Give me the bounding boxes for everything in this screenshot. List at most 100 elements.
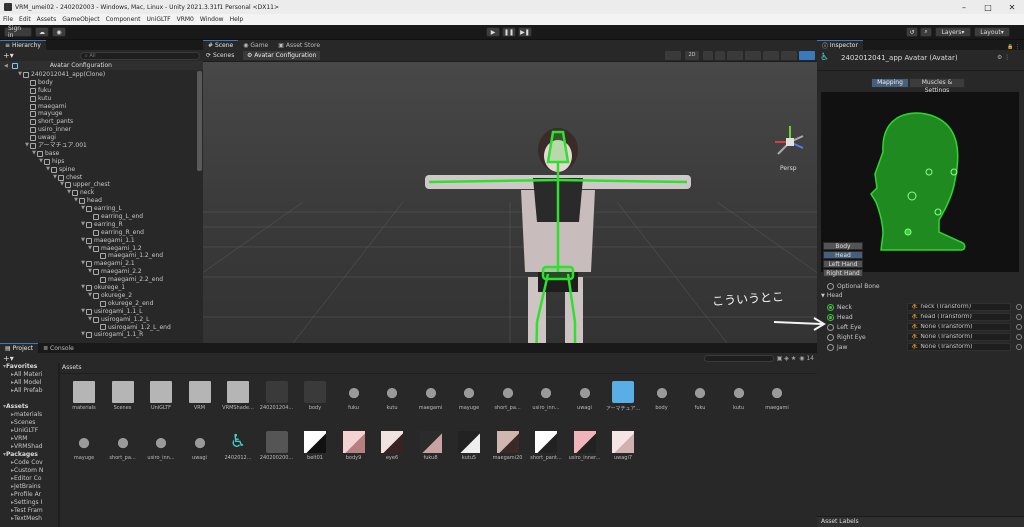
bone-transform-field[interactable]: ⛹ None (Transform) [907, 323, 1011, 331]
hierarchy-row[interactable]: maegami [0, 103, 196, 111]
lighting-icon[interactable] [703, 51, 713, 60]
filter-icons[interactable]: ▣ ◈ ★ [777, 355, 796, 362]
menu-edit[interactable]: Edit [16, 16, 34, 23]
shading-mode-button[interactable] [665, 51, 681, 60]
project-sidebar-item[interactable]: ▾ Packages [0, 451, 58, 459]
maximize-icon[interactable]: □ [976, 3, 1000, 12]
hierarchy-row[interactable]: body [0, 79, 196, 87]
asset-item[interactable]: belt01 [295, 431, 335, 461]
scenes-breadcrumb[interactable]: ⟳ Scenes [206, 52, 234, 59]
asset-item[interactable]: 240201204... [257, 381, 297, 411]
hierarchy-row[interactable]: ▼ maegami_1.2 [0, 245, 196, 253]
bone-status-icon[interactable] [827, 343, 834, 351]
bone-status-icon[interactable] [827, 333, 834, 341]
hierarchy-row[interactable]: ▼ okurege_1 [0, 284, 196, 292]
sign-in-button[interactable]: Sign in [4, 25, 32, 39]
hierarchy-row[interactable]: earring_R_end [0, 229, 196, 237]
inspector-options-icon[interactable]: ⚙ ⋮ [997, 54, 1010, 61]
asset-item[interactable]: short_pa... [488, 381, 528, 411]
tab-console[interactable]: ≣ Console [38, 343, 79, 353]
hierarchy-row[interactable]: ▼ spine [0, 166, 196, 174]
asset-item[interactable]: maegami20 [488, 431, 528, 461]
hierarchy-row[interactable]: maegami_1.2_end [0, 252, 196, 260]
asset-item[interactable]: fuku [334, 381, 374, 411]
menu-help[interactable]: Help [227, 16, 247, 23]
asset-item[interactable]: uwagi [565, 381, 605, 411]
right-hand-part-button[interactable]: Right Hand [823, 269, 863, 277]
asset-item[interactable]: kutu [719, 381, 759, 411]
menu-component[interactable]: Component [103, 16, 144, 23]
head-part-button[interactable]: Head [823, 251, 863, 259]
asset-item[interactable]: eye6 [372, 431, 412, 461]
project-sidebar-item[interactable]: ▸ TextMesh [0, 515, 58, 523]
bone-transform-field[interactable]: ⛹ None (Transform) [907, 333, 1011, 341]
asset-item[interactable]: materials [64, 381, 104, 411]
asset-item[interactable]: UniGLTF [141, 381, 181, 411]
minimize-icon[interactable]: – [952, 3, 976, 12]
add-icon[interactable]: +▾ [3, 51, 14, 60]
hierarchy-row[interactable]: ▼ usirogami_1.1_L [0, 308, 196, 316]
project-sidebar-item[interactable]: ▸ Scenes [0, 419, 58, 427]
hierarchy-row[interactable]: fuku [0, 87, 196, 95]
project-sidebar-item[interactable]: ▾ Assets [0, 403, 58, 411]
menu-uniGLTF[interactable]: UniGLTF [143, 16, 173, 23]
hierarchy-row[interactable]: earring_L_end [0, 213, 196, 221]
asset-labels-bar[interactable]: Asset Labels [817, 516, 1024, 527]
layers-dropdown[interactable]: Layers ▾ [935, 27, 971, 37]
left-hand-part-button[interactable]: Left Hand [823, 260, 863, 268]
step-button[interactable]: ▶❚ [518, 27, 532, 37]
object-picker-icon[interactable] [1016, 334, 1022, 340]
tab-hierarchy[interactable]: ≡ Hierarchy [0, 40, 46, 50]
play-button[interactable]: ▶ [486, 27, 500, 37]
project-sidebar-item[interactable]: ▸ UniGLTF [0, 427, 58, 435]
layout-dropdown[interactable]: Layout ▾ [974, 27, 1010, 37]
hierarchy-row[interactable]: ▼ maegami_2.2 [0, 268, 196, 276]
collab-icon[interactable]: ◉ [52, 27, 66, 37]
hierarchy-row[interactable]: okurege_2_end [0, 300, 196, 308]
asset-item[interactable]: Scenes [103, 381, 143, 411]
asset-item[interactable]: uwagi [180, 431, 220, 461]
asset-item[interactable]: fuku [680, 381, 720, 411]
menu-assets[interactable]: Assets [34, 16, 60, 23]
body-part-button[interactable]: Body [823, 242, 863, 250]
asset-item[interactable]: VRM [180, 381, 220, 411]
lock-icon[interactable]: 🔒 ⋮ [1003, 44, 1024, 50]
project-sidebar-item[interactable]: ▸ VRMShad [0, 443, 58, 451]
asset-item[interactable]: usiro_inner... [565, 431, 605, 461]
asset-item[interactable]: maegami [411, 381, 451, 411]
close-icon[interactable]: ✕ [1000, 3, 1024, 12]
hierarchy-row[interactable]: ▼ hips [0, 158, 196, 166]
asset-item[interactable]: 240200200... [257, 431, 297, 461]
asset-item[interactable]: kutu [372, 381, 412, 411]
history-icon[interactable]: ↺ [906, 27, 918, 37]
hierarchy-row[interactable]: ▼ earring_R [0, 221, 196, 229]
hierarchy-row[interactable]: short_pants [0, 118, 196, 126]
asset-item[interactable]: VRMShade... [218, 381, 258, 411]
project-sidebar-item[interactable]: ▸ Custom N [0, 467, 58, 475]
asset-item[interactable]: body [295, 381, 335, 411]
hierarchy-scrollbar[interactable] [197, 71, 202, 171]
project-sidebar-item[interactable]: ▸ Profile Ar [0, 491, 58, 499]
2d-toggle[interactable]: 2D [685, 51, 699, 60]
hierarchy-row[interactable]: ▼ maegami_1.1 [0, 237, 196, 245]
project-sidebar-item[interactable]: ▸ JetBrains [0, 483, 58, 491]
hierarchy-scene-header[interactable]: ◀ Avatar Configuration [0, 61, 203, 70]
object-picker-icon[interactable] [1016, 344, 1022, 350]
hierarchy-row[interactable]: ▼ base [0, 150, 196, 158]
project-sidebar-item[interactable]: ▸ Editor Co [0, 475, 58, 483]
project-search-input[interactable] [703, 354, 774, 362]
project-sidebar-item[interactable]: ▸ Code Cov [0, 459, 58, 467]
tab-project[interactable]: ▤ Project [0, 343, 39, 353]
project-sidebar-item[interactable]: ▾ Favorites [0, 363, 58, 371]
effects-button[interactable] [727, 51, 743, 60]
audio-icon[interactable] [715, 51, 725, 60]
hierarchy-row[interactable]: ▼ アーマチュア.001 [0, 142, 196, 150]
current-scene-breadcrumb[interactable]: ⚙ Avatar Configuration [243, 51, 321, 60]
bone-transform-field[interactable]: ⛹ neck (Transform) [907, 303, 1011, 311]
back-arrow-icon[interactable]: ◀ [4, 63, 8, 69]
asset-item[interactable]: usiro_inn... [141, 431, 181, 461]
head-section-header[interactable]: ▼ Head [821, 292, 843, 299]
asset-item[interactable]: ♿ 2402012... [218, 431, 258, 461]
asset-item[interactable]: uwagi7 [603, 431, 643, 461]
bone-transform-field[interactable]: ⛹ None (Transform) [907, 343, 1011, 351]
